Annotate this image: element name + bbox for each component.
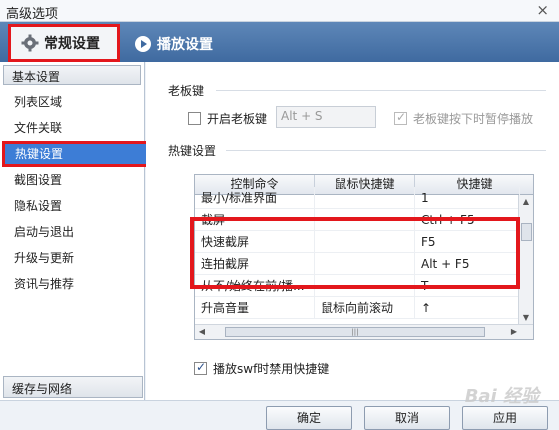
tab-label: 常规设置 <box>44 36 100 52</box>
cell-command: 最小/标准界面 <box>195 187 315 209</box>
cell-mouse <box>315 253 415 275</box>
cell-command: 截屏 <box>195 209 315 231</box>
sidebar-item-privacy-settings[interactable]: 隐私设置 <box>0 193 144 219</box>
sidebar-item-screenshot-settings[interactable]: 截图设置 <box>0 167 144 193</box>
apply-button[interactable]: 应用 <box>462 406 548 430</box>
vertical-scrollbar[interactable]: ▲ ▼ <box>518 195 533 325</box>
cell-key: Ctrl + F5 <box>415 209 520 231</box>
cell-command: 快速截屏 <box>195 231 315 253</box>
bosskey-section-label: 老板键 <box>168 84 205 98</box>
table-row[interactable]: 快速截屏 F5 <box>195 231 520 253</box>
cancel-button[interactable]: 取消 <box>364 406 450 430</box>
hotkey-table-rows: 最小/标准界面 1 截屏 Ctrl + F5 快速截屏 F5 连拍截屏 Alt … <box>195 187 520 319</box>
cell-key: T <box>415 275 520 297</box>
table-row[interactable]: 最小/标准界面 1 <box>195 187 520 209</box>
tab-playback-settings[interactable]: 播放设置 <box>124 26 226 62</box>
tab-general-settings[interactable]: 常规设置 <box>8 24 120 62</box>
cell-key: Alt + F5 <box>415 253 520 275</box>
gear-icon <box>21 34 39 52</box>
cell-command: 连拍截屏 <box>195 253 315 275</box>
play-settings-icon <box>134 35 152 53</box>
bosskey-enable-row[interactable]: 开启老板键 <box>188 110 267 127</box>
swf-disable-hotkey-checkbox[interactable] <box>194 360 207 375</box>
sidebar-header-basic-settings[interactable]: 基本设置 <box>3 65 141 85</box>
divider <box>216 90 546 91</box>
swf-disable-hotkey-row[interactable]: 播放swf时禁用快捷键 <box>194 360 329 377</box>
bosskey-pause-row[interactable]: 老板键按下时暂停播放 <box>394 110 533 127</box>
cell-command: 升高音量 <box>195 297 315 319</box>
sidebar-item-startup-exit[interactable]: 启动与退出 <box>0 219 144 245</box>
cell-mouse: 鼠标向前滚动 <box>315 297 415 319</box>
dialog-footer: 确定 取消 应用 <box>0 400 559 430</box>
bosskey-enable-label: 开启老板键 <box>207 112 268 126</box>
hotkey-table: 控制命令 鼠标快捷键 快捷键 最小/标准界面 1 截屏 Ctrl + F5 快速… <box>194 174 534 340</box>
sidebar-item-hotkey-settings[interactable]: 热键设置 <box>2 141 152 167</box>
scroll-left-icon[interactable]: ◀ <box>195 325 209 339</box>
sidebar-item-news-recommend[interactable]: 资讯与推荐 <box>0 271 144 297</box>
cell-key: F5 <box>415 231 520 253</box>
divider <box>226 150 546 151</box>
sidebar-item-list-area[interactable]: 列表区域 <box>0 89 144 115</box>
table-row[interactable]: 截屏 Ctrl + F5 <box>195 209 520 231</box>
cell-mouse <box>315 209 415 231</box>
tab-label: 播放设置 <box>157 37 213 53</box>
hotkey-section-label: 热键设置 <box>168 144 217 158</box>
ok-button[interactable]: 确定 <box>266 406 352 430</box>
title-bar: 高级选项 × <box>0 0 559 22</box>
table-row[interactable]: 从不/始终在前/播... T <box>195 275 520 297</box>
horizontal-scrollbar[interactable]: ◀ ||| ▶ <box>195 324 533 339</box>
scrollbar-thumb[interactable]: ||| <box>225 327 485 337</box>
cell-key: 1 <box>415 187 520 209</box>
close-icon[interactable]: × <box>536 1 549 19</box>
cell-mouse <box>315 275 415 297</box>
tab-bar: 常规设置 播放设置 <box>0 22 559 62</box>
table-row[interactable]: 连拍截屏 Alt + F5 <box>195 253 520 275</box>
scrollbar-thumb[interactable] <box>521 223 532 241</box>
sidebar-item-upgrade-update[interactable]: 升级与更新 <box>0 245 144 271</box>
swf-disable-hotkey-label: 播放swf时禁用快捷键 <box>213 362 330 376</box>
sidebar-item-cache-network[interactable]: 缓存与网络 <box>3 376 143 398</box>
bosskey-hotkey-input[interactable]: Alt + S <box>276 106 376 128</box>
sidebar-item-file-association[interactable]: 文件关联 <box>0 115 144 141</box>
window-title: 高级选项 <box>6 7 59 22</box>
scroll-up-icon[interactable]: ▲ <box>519 195 533 209</box>
bosskey-enable-checkbox[interactable] <box>188 112 201 125</box>
bosskey-pause-label: 老板键按下时暂停播放 <box>413 112 534 126</box>
settings-panel: 老板键 开启老板键 Alt + S 老板键按下时暂停播放 热键设置 控制命令 鼠… <box>146 62 559 400</box>
sidebar: 基本设置 列表区域 文件关联 热键设置 截图设置 隐私设置 启动与退出 升级与更… <box>0 62 152 400</box>
cell-command: 从不/始终在前/播... <box>195 275 315 297</box>
cell-mouse <box>315 231 415 253</box>
bosskey-pause-checkbox[interactable] <box>394 110 407 125</box>
cell-mouse <box>315 187 415 209</box>
scroll-right-icon[interactable]: ▶ <box>507 325 521 339</box>
table-row[interactable]: 升高音量 鼠标向前滚动 ↑ <box>195 297 520 319</box>
scroll-down-icon[interactable]: ▼ <box>519 311 533 325</box>
cell-key: ↑ <box>415 297 520 319</box>
